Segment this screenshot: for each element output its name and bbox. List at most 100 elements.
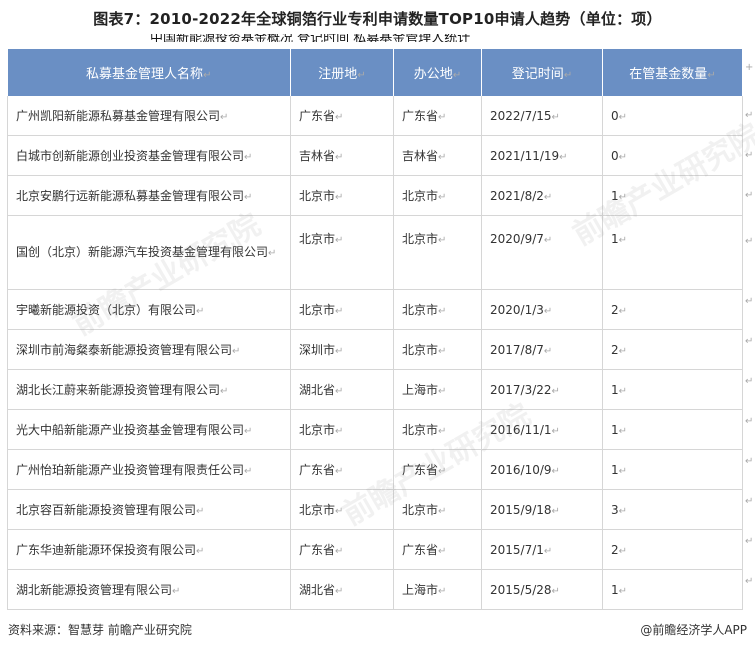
table-row: 白城市创新能源创业投资基金管理有限公司↵ 吉林省↵ 吉林省↵ 2021/11/19↵ 0… [7,135,743,176]
cell-registered-place: 广东省↵ [290,529,394,570]
cell-registered-place: 北京市↵ [290,409,394,450]
edge-paragraph-mark: ↵ [745,190,754,201]
edge-paragraph-mark: ↵ [745,296,754,307]
table-row: 国创（北京）新能源汽车投资基金管理有限公司↵ 北京市↵ 北京市↵ 2020/9/7↵ 1… [7,215,743,290]
edge-paragraph-mark: ↵ [745,236,754,247]
cell-registration-date: 2022/7/15↵ [481,96,603,136]
cell-manager-name: 广州怡珀新能源产业投资管理有限责任公司↵ [7,449,291,490]
edge-paragraph-mark: ↵ [745,416,754,427]
cell-office-place: 广东省↵ [393,96,482,136]
paragraph-mark: ↵ [618,235,628,246]
cell-registration-date: 2021/11/19↵ [481,135,603,176]
col-header-office: 办公地↵ [393,49,482,96]
table-row: 光大中船新能源产业投资基金管理有限公司↵ 北京市↵ 北京市↵ 2016/11/1↵ 1↵ [7,409,743,450]
paragraph-mark: ↵ [335,346,344,357]
paragraph-mark: ↵ [196,506,205,517]
paragraph-mark: ↵ [551,425,560,437]
table-row: 湖北长江蔚来新能源投资管理有限公司↵ 湖北省↵ 上海市↵ 2017/3/22↵ 1↵ [7,369,743,410]
cell-registration-date: 2020/1/3↵ [481,289,603,330]
paragraph-mark: ↵ [335,546,344,557]
table-header-row: 私募基金管理人名称↵ 注册地↵ 办公地↵ 登记时间↵ 在管基金数量↵ [7,49,743,96]
paragraph-mark: ↵ [172,586,181,597]
paragraph-mark: ↵ [618,425,628,437]
cell-registration-date: 2015/9/18↵ [481,489,603,530]
col-header-reg: 注册地↵ [290,49,394,96]
paragraph-mark: ↵ [335,235,344,246]
edge-paragraph-mark: ↵ [745,110,754,121]
edge-paragraph-mark: ↵ [745,456,754,467]
paragraph-mark: ↵ [618,345,628,357]
cell-registered-place: 湖北省↵ [290,569,394,610]
paragraph-mark: ↵ [196,546,205,557]
cell-fund-count: 1↵ [602,569,743,610]
source-note: 资料来源：智慧芽 前瞻产业研究院 [8,623,192,637]
paragraph-mark: ↵ [551,505,560,517]
cell-fund-count: 1↵ [602,175,743,216]
cell-manager-name: 国创（北京）新能源汽车投资基金管理有限公司↵ [7,215,291,290]
paragraph-mark: ↵ [335,426,344,437]
paragraph-mark: ↵ [618,585,628,597]
cell-fund-count: 1↵ [602,449,743,490]
paragraph-mark: ↵ [244,192,253,203]
cell-registered-place: 北京市↵ [290,289,394,330]
cell-registered-place: 广东省↵ [290,449,394,490]
paragraph-mark: ↵ [438,586,447,597]
cell-fund-count: 1↵ [602,215,743,290]
paragraph-mark: ↵ [618,505,628,517]
cell-manager-name: 湖北长江蔚来新能源投资管理有限公司↵ [7,369,291,410]
cell-office-place: 上海市↵ [393,569,482,610]
cell-fund-count: 2↵ [602,289,743,330]
cell-fund-count: 0↵ [602,96,743,136]
cell-registered-place: 北京市↵ [290,175,394,216]
paragraph-mark: ↵ [438,506,447,517]
edge-paragraph-mark: + [745,62,754,73]
paragraph-mark: ↵ [559,151,568,163]
cell-office-place: 广东省↵ [393,449,482,490]
paragraph-mark: ↵ [438,386,447,397]
paragraph-mark: ↵ [618,151,628,163]
table-row: 湖北新能源投资管理有限公司↵ 湖北省↵ 上海市↵ 2015/5/28↵ 1↵ [7,569,743,610]
paragraph-mark: ↵ [438,235,447,246]
cell-fund-count: 2↵ [602,529,743,570]
cell-office-place: 北京市↵ [393,215,482,290]
paragraph-mark: ↵ [244,466,253,477]
cell-registration-date: 2017/8/7↵ [481,329,603,370]
paragraph-mark: ↵ [618,385,628,397]
paragraph-mark: ↵ [438,426,447,437]
cell-registration-date: 2020/9/7↵ [481,215,603,290]
paragraph-mark: ↵ [543,305,553,317]
paragraph-mark: ↵ [438,346,447,357]
cell-registered-place: 北京市↵ [290,215,394,290]
paragraph-mark: ↵ [335,152,344,163]
paragraph-mark: ↵ [618,111,628,123]
cell-manager-name: 北京安鹏行远新能源私募基金管理有限公司↵ [7,175,291,216]
paragraph-mark: ↵ [438,306,447,317]
cell-registered-place: 深圳市↵ [290,329,394,370]
paragraph-mark: ↵ [438,192,447,203]
paragraph-mark: ↵ [335,386,344,397]
paragraph-mark: ↵ [220,386,229,397]
col-header-date: 登记时间↵ [481,49,603,96]
cell-office-place: 吉林省↵ [393,135,482,176]
paragraph-mark: ↵ [551,385,560,397]
paragraph-mark: ↵ [618,465,628,477]
paragraph-mark: ↵ [335,506,344,517]
cell-fund-count: 3↵ [602,489,743,530]
col-header-name: 私募基金管理人名称↵ [7,49,291,96]
paragraph-mark: ↵ [335,192,344,203]
paragraph-mark: ↵ [335,112,344,123]
paragraph-mark: ↵ [244,152,253,163]
cell-fund-count: 1↵ [602,409,743,450]
cell-registered-place: 广东省↵ [290,96,394,136]
paragraph-mark: ↵ [438,152,447,163]
cell-manager-name: 广东华迪新能源环保投资有限公司↵ [7,529,291,570]
paragraph-mark: ↵ [543,191,553,203]
paragraph-mark: ↵ [438,466,447,477]
edge-paragraph-mark: ↵ [745,150,754,161]
col-header-count: 在管基金数量↵ [602,49,743,96]
cell-registration-date: 2015/5/28↵ [481,569,603,610]
cell-registered-place: 湖北省↵ [290,369,394,410]
paragraph-mark: ↵ [335,586,344,597]
cell-registered-place: 吉林省↵ [290,135,394,176]
cell-registration-date: 2016/11/1↵ [481,409,603,450]
